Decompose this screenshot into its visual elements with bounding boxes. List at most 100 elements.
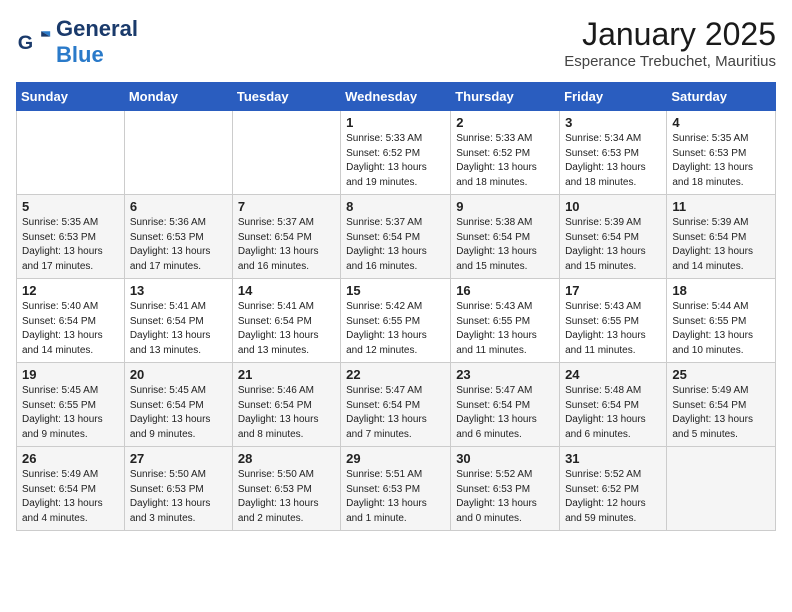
calendar-cell: 10 Sunrise: 5:39 AM Sunset: 6:54 PM Dayli… xyxy=(560,195,667,279)
day-number: 2 xyxy=(456,115,554,130)
day-info: Sunrise: 5:33 AM Sunset: 6:52 PM Dayligh… xyxy=(456,132,554,190)
weekday-header-tuesday: Tuesday xyxy=(232,83,340,111)
calendar-cell: 15 Sunrise: 5:42 AM Sunset: 6:55 PM Dayli… xyxy=(341,279,451,363)
calendar-cell: 24Sunrise: 5:48 AM Sunset: 6:54 PM Dayli… xyxy=(560,363,667,447)
day-info: Sunrise: 5:36 AM Sunset: 6:53 PM Dayligh… xyxy=(130,216,227,274)
logo-blue-text: Blue xyxy=(56,42,104,67)
day-info: Sunrise: 5:47 AM Sunset: 6:54 PM Dayligh… xyxy=(456,384,554,442)
calendar-week-4: 19 Sunrise: 5:45 AM Sunset: 6:55 PM Dayli… xyxy=(17,363,776,447)
day-info: Sunrise: 5:38 AM Sunset: 6:54 PM Dayligh… xyxy=(456,216,554,274)
calendar-cell: 1 Sunrise: 5:33 AM Sunset: 6:52 PM Daylig… xyxy=(341,111,451,195)
day-number: 31 xyxy=(565,451,661,466)
day-number: 12 xyxy=(22,283,119,298)
calendar-week-5: 26 Sunrise: 5:49 AM Sunset: 6:54 PM Dayli… xyxy=(17,447,776,531)
weekday-header-friday: Friday xyxy=(560,83,667,111)
calendar-cell: 13 Sunrise: 5:41 AM Sunset: 6:54 PM Dayli… xyxy=(124,279,232,363)
calendar-week-2: 5Sunrise: 5:35 AM Sunset: 6:53 PM Daylig… xyxy=(17,195,776,279)
calendar-cell: 26 Sunrise: 5:49 AM Sunset: 6:54 PM Dayli… xyxy=(17,447,125,531)
calendar-cell: 23Sunrise: 5:47 AM Sunset: 6:54 PM Dayli… xyxy=(451,363,560,447)
day-info: Sunrise: 5:43 AM Sunset: 6:55 PM Dayligh… xyxy=(565,300,661,358)
calendar-cell: 19 Sunrise: 5:45 AM Sunset: 6:55 PM Dayli… xyxy=(17,363,125,447)
day-number: 26 xyxy=(22,451,119,466)
day-number: 14 xyxy=(238,283,335,298)
day-info: Sunrise: 5:37 AM Sunset: 6:54 PM Dayligh… xyxy=(238,216,335,274)
calendar-cell xyxy=(232,111,340,195)
calendar-cell: 21Sunrise: 5:46 AM Sunset: 6:54 PM Dayli… xyxy=(232,363,340,447)
calendar-cell: 30 Sunrise: 5:52 AM Sunset: 6:53 PM Dayli… xyxy=(451,447,560,531)
logo-icon: G xyxy=(16,24,52,60)
calendar-cell: 18 Sunrise: 5:44 AM Sunset: 6:55 PM Dayli… xyxy=(667,279,776,363)
day-number: 11 xyxy=(672,199,770,214)
calendar-cell xyxy=(17,111,125,195)
svg-text:G: G xyxy=(18,32,33,54)
day-number: 29 xyxy=(346,451,445,466)
day-number: 10 xyxy=(565,199,661,214)
day-number: 22 xyxy=(346,367,445,382)
calendar-cell: 8Sunrise: 5:37 AM Sunset: 6:54 PM Daylig… xyxy=(341,195,451,279)
day-number: 19 xyxy=(22,367,119,382)
day-info: Sunrise: 5:50 AM Sunset: 6:53 PM Dayligh… xyxy=(238,468,335,526)
day-number: 15 xyxy=(346,283,445,298)
calendar-cell: 7 Sunrise: 5:37 AM Sunset: 6:54 PM Daylig… xyxy=(232,195,340,279)
calendar-table: SundayMondayTuesdayWednesdayThursdayFrid… xyxy=(16,82,776,531)
calendar-cell: 14Sunrise: 5:41 AM Sunset: 6:54 PM Dayli… xyxy=(232,279,340,363)
calendar-week-3: 12 Sunrise: 5:40 AM Sunset: 6:54 PM Dayli… xyxy=(17,279,776,363)
day-info: Sunrise: 5:52 AM Sunset: 6:53 PM Dayligh… xyxy=(456,468,554,526)
day-number: 1 xyxy=(346,115,445,130)
day-number: 8 xyxy=(346,199,445,214)
calendar-cell: 28 Sunrise: 5:50 AM Sunset: 6:53 PM Dayli… xyxy=(232,447,340,531)
day-number: 4 xyxy=(672,115,770,130)
calendar-cell: 31 Sunrise: 5:52 AM Sunset: 6:52 PM Dayli… xyxy=(560,447,667,531)
day-info: Sunrise: 5:50 AM Sunset: 6:53 PM Dayligh… xyxy=(130,468,227,526)
day-number: 3 xyxy=(565,115,661,130)
page-header: G General Blue January 2025 Esperance Tr… xyxy=(16,16,776,70)
day-info: Sunrise: 5:33 AM Sunset: 6:52 PM Dayligh… xyxy=(346,132,445,190)
day-number: 16 xyxy=(456,283,554,298)
day-info: Sunrise: 5:45 AM Sunset: 6:54 PM Dayligh… xyxy=(130,384,227,442)
day-info: Sunrise: 5:39 AM Sunset: 6:54 PM Dayligh… xyxy=(565,216,661,274)
day-info: Sunrise: 5:49 AM Sunset: 6:54 PM Dayligh… xyxy=(22,468,119,526)
logo-general-text: General xyxy=(56,16,138,41)
calendar-cell: 12 Sunrise: 5:40 AM Sunset: 6:54 PM Dayli… xyxy=(17,279,125,363)
day-info: Sunrise: 5:42 AM Sunset: 6:55 PM Dayligh… xyxy=(346,300,445,358)
calendar-cell: 25Sunrise: 5:49 AM Sunset: 6:54 PM Dayli… xyxy=(667,363,776,447)
day-number: 20 xyxy=(130,367,227,382)
day-number: 21 xyxy=(238,367,335,382)
day-info: Sunrise: 5:45 AM Sunset: 6:55 PM Dayligh… xyxy=(22,384,119,442)
day-number: 30 xyxy=(456,451,554,466)
weekday-header-saturday: Saturday xyxy=(667,83,776,111)
day-info: Sunrise: 5:44 AM Sunset: 6:55 PM Dayligh… xyxy=(672,300,770,358)
day-info: Sunrise: 5:35 AM Sunset: 6:53 PM Dayligh… xyxy=(672,132,770,190)
calendar-cell xyxy=(124,111,232,195)
day-number: 7 xyxy=(238,199,335,214)
calendar-cell: 27 Sunrise: 5:50 AM Sunset: 6:53 PM Dayli… xyxy=(124,447,232,531)
calendar-cell: 4 Sunrise: 5:35 AM Sunset: 6:53 PM Daylig… xyxy=(667,111,776,195)
day-info: Sunrise: 5:41 AM Sunset: 6:54 PM Dayligh… xyxy=(130,300,227,358)
calendar-cell: 6 Sunrise: 5:36 AM Sunset: 6:53 PM Daylig… xyxy=(124,195,232,279)
day-number: 25 xyxy=(672,367,770,382)
day-info: Sunrise: 5:40 AM Sunset: 6:54 PM Dayligh… xyxy=(22,300,119,358)
calendar-cell: 9 Sunrise: 5:38 AM Sunset: 6:54 PM Daylig… xyxy=(451,195,560,279)
logo: G General Blue xyxy=(16,16,138,68)
calendar-cell: 22 Sunrise: 5:47 AM Sunset: 6:54 PM Dayli… xyxy=(341,363,451,447)
day-info: Sunrise: 5:52 AM Sunset: 6:52 PM Dayligh… xyxy=(565,468,661,526)
day-info: Sunrise: 5:51 AM Sunset: 6:53 PM Dayligh… xyxy=(346,468,445,526)
weekday-header-monday: Monday xyxy=(124,83,232,111)
calendar-cell: 16Sunrise: 5:43 AM Sunset: 6:55 PM Dayli… xyxy=(451,279,560,363)
day-info: Sunrise: 5:47 AM Sunset: 6:54 PM Dayligh… xyxy=(346,384,445,442)
weekday-header-wednesday: Wednesday xyxy=(341,83,451,111)
weekday-header-row: SundayMondayTuesdayWednesdayThursdayFrid… xyxy=(17,83,776,111)
day-number: 28 xyxy=(238,451,335,466)
day-number: 17 xyxy=(565,283,661,298)
day-number: 6 xyxy=(130,199,227,214)
day-number: 5 xyxy=(22,199,119,214)
day-number: 27 xyxy=(130,451,227,466)
day-number: 13 xyxy=(130,283,227,298)
day-number: 9 xyxy=(456,199,554,214)
calendar-cell: 2 Sunrise: 5:33 AM Sunset: 6:52 PM Daylig… xyxy=(451,111,560,195)
weekday-header-thursday: Thursday xyxy=(451,83,560,111)
weekday-header-sunday: Sunday xyxy=(17,83,125,111)
day-number: 18 xyxy=(672,283,770,298)
day-info: Sunrise: 5:34 AM Sunset: 6:53 PM Dayligh… xyxy=(565,132,661,190)
calendar-cell: 20 Sunrise: 5:45 AM Sunset: 6:54 PM Dayli… xyxy=(124,363,232,447)
